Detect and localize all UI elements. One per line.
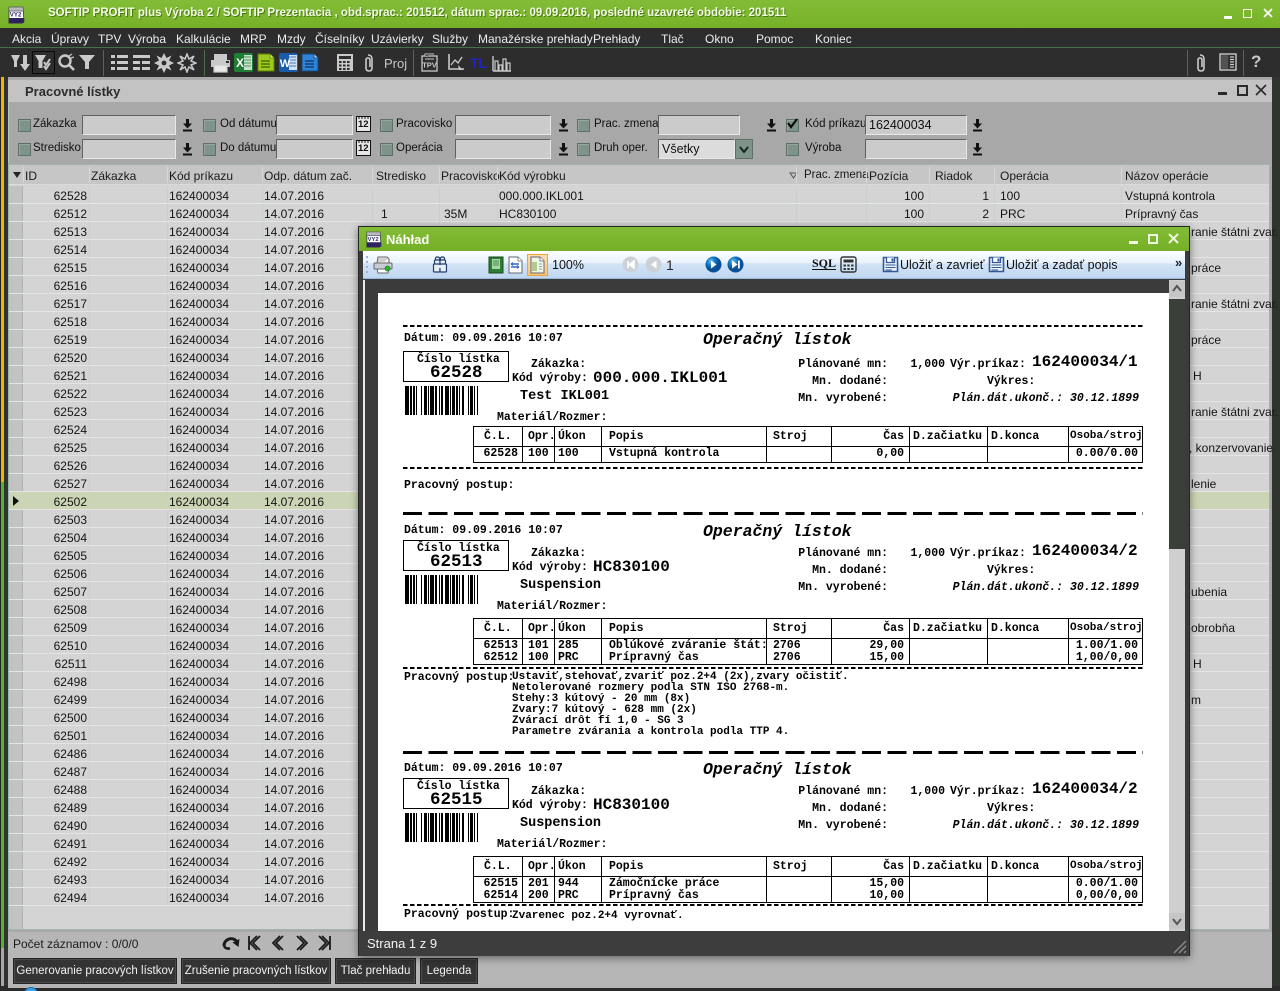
svg-text:VY2: VY2	[10, 11, 22, 18]
svg-text:TPV: TPV	[422, 61, 437, 70]
svg-text:W: W	[280, 58, 291, 70]
svg-text:X: X	[236, 56, 244, 70]
svg-text:VY2: VY2	[368, 237, 380, 243]
